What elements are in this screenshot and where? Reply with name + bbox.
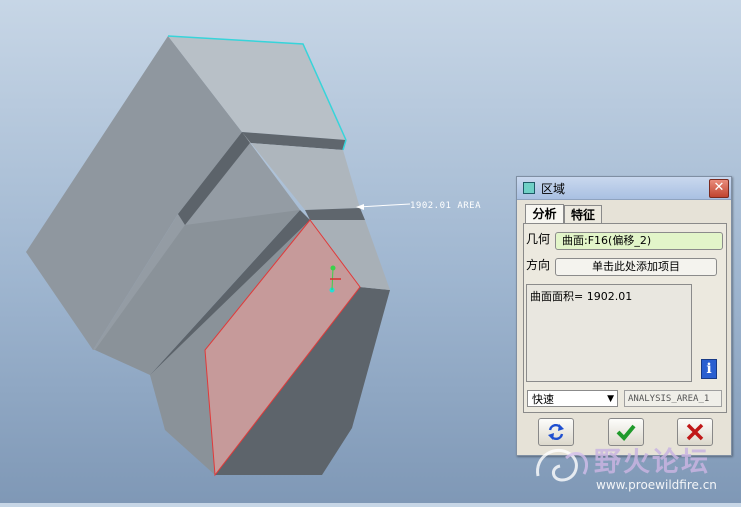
tab-feature[interactable]: 特征: [564, 205, 602, 224]
direction-collector[interactable]: 单击此处添加项目: [555, 258, 717, 276]
geometry-collector[interactable]: 曲面:F16(偏移_2): [555, 232, 723, 250]
dialog-titlebar[interactable]: 区域 ✕: [517, 177, 731, 200]
result-box: 曲面面积= 1902.01: [526, 284, 692, 382]
watermark-url: www.proewildfire.cn: [596, 478, 717, 492]
dialog-title: 区域: [541, 182, 566, 196]
forum-watermark: 野火论坛 www.proewildfire.cn: [528, 432, 741, 503]
surface-area-result: 曲面面积= 1902.01: [530, 290, 633, 303]
area-annotation: 1902.01 AREA: [410, 201, 481, 211]
area-dialog: 区域 ✕ 分析 特征 几何 曲面:F16(偏移_2) 方向 单击此处添加项目 曲…: [516, 176, 732, 456]
info-icon[interactable]: i: [701, 359, 717, 379]
model-step-mid: [305, 208, 365, 220]
chevron-down-icon: ▼: [607, 394, 614, 404]
geometry-label: 几何: [526, 232, 551, 246]
mode-selected-value: 快速: [532, 393, 554, 406]
watermark-logo: [536, 448, 589, 482]
tab-analysis[interactable]: 分析: [525, 204, 564, 224]
direction-label: 方向: [526, 258, 551, 272]
watermark-title: 野火论坛: [594, 447, 710, 478]
annotation-leader: [357, 203, 411, 208]
window-icon: [523, 182, 535, 194]
close-button[interactable]: ✕: [709, 179, 729, 198]
mode-dropdown[interactable]: 快速 ▼: [527, 390, 618, 407]
analysis-name-field[interactable]: ANALYSIS_AREA_1: [624, 390, 722, 407]
